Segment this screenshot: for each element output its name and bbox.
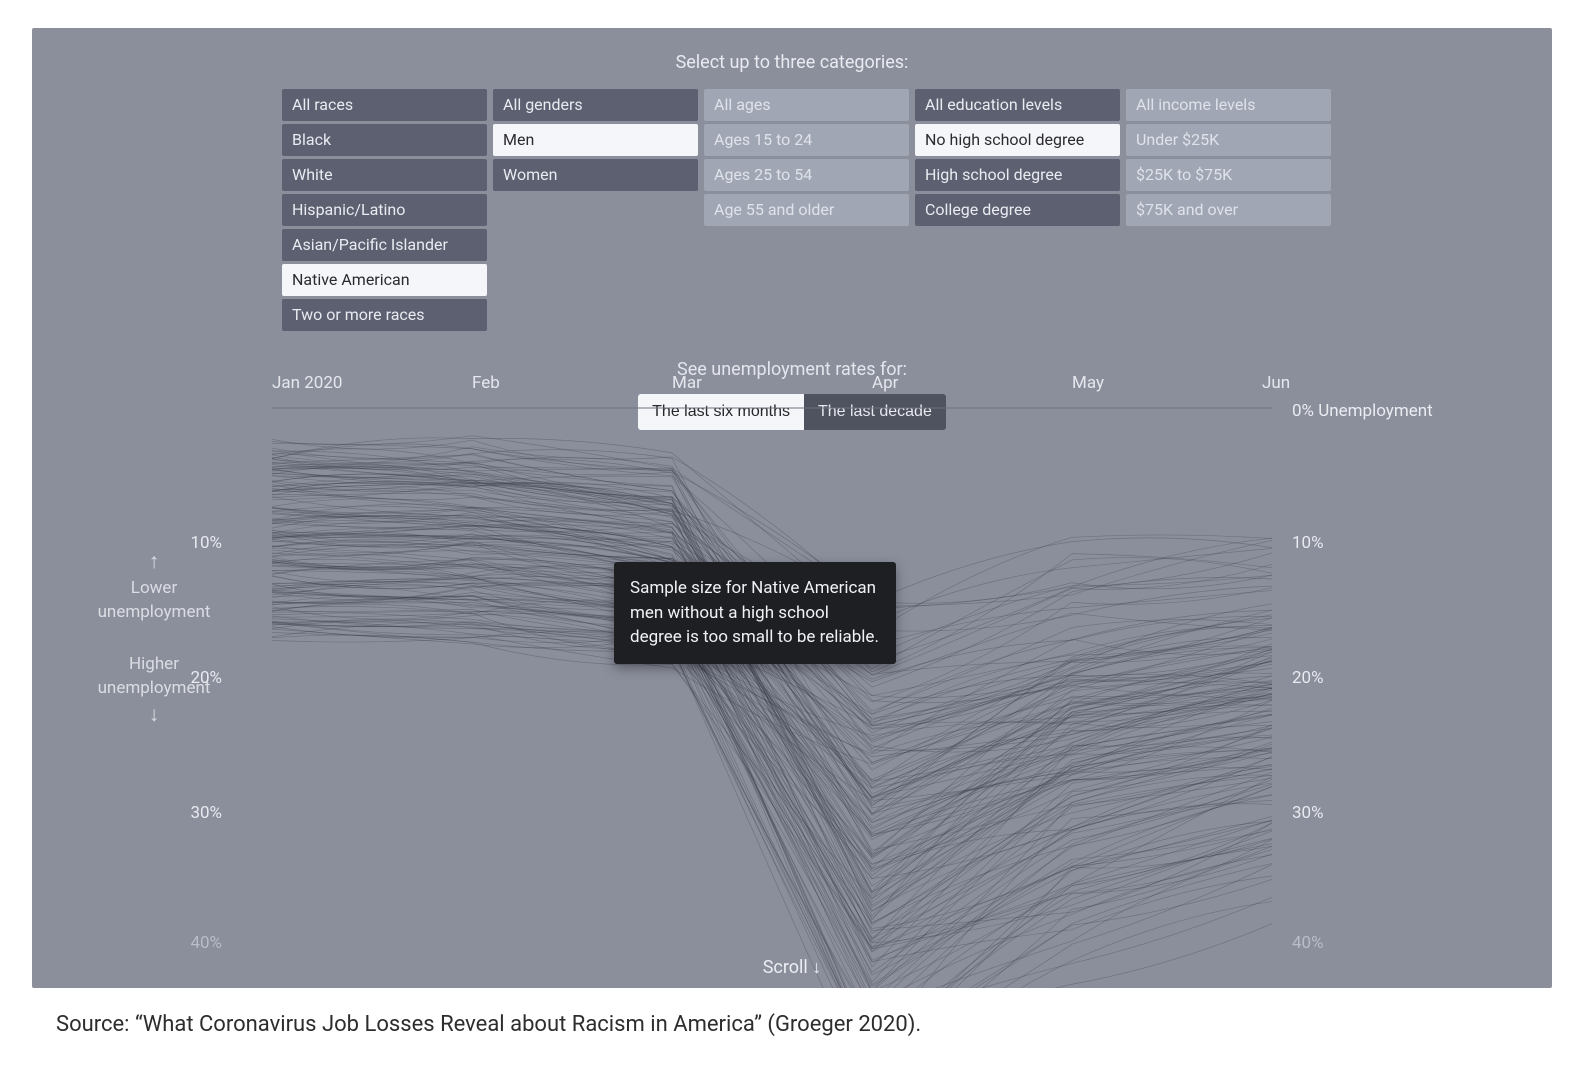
filter-income-1[interactable]: Under $25K bbox=[1126, 124, 1331, 156]
filter-income: All income levels Under $25K $25K to $75… bbox=[1126, 89, 1331, 331]
filter-race-1[interactable]: Black bbox=[282, 124, 487, 156]
prompt-select: Select up to three categories: bbox=[676, 52, 909, 73]
filter-edu-2[interactable]: High school degree bbox=[915, 159, 1120, 191]
filter-age-0[interactable]: All ages bbox=[704, 89, 909, 121]
svg-text:0% Unemployment: 0% Unemployment bbox=[1292, 401, 1433, 421]
down-arrow-icon: ↓ bbox=[84, 701, 224, 730]
filter-race: All races Black White Hispanic/Latino As… bbox=[282, 89, 487, 331]
filter-age-3[interactable]: Age 55 and older bbox=[704, 194, 909, 226]
svg-text:Feb: Feb bbox=[472, 373, 500, 393]
filter-income-0[interactable]: All income levels bbox=[1126, 89, 1331, 121]
filter-edu-3[interactable]: College degree bbox=[915, 194, 1120, 226]
filter-age-2[interactable]: Ages 25 to 54 bbox=[704, 159, 909, 191]
filter-age: All ages Ages 15 to 24 Ages 25 to 54 Age… bbox=[704, 89, 909, 331]
filter-age-1[interactable]: Ages 15 to 24 bbox=[704, 124, 909, 156]
filter-edu: All education levels No high school degr… bbox=[915, 89, 1120, 331]
hint-lower: Lower unemployment bbox=[84, 577, 224, 625]
filter-gender-2[interactable]: Women bbox=[493, 159, 698, 191]
svg-text:Mar: Mar bbox=[672, 373, 702, 393]
svg-text:40%: 40% bbox=[190, 933, 222, 953]
svg-text:30%: 30% bbox=[190, 803, 222, 823]
svg-text:Jan 2020: Jan 2020 bbox=[272, 373, 342, 393]
filter-race-6[interactable]: Two or more races bbox=[282, 299, 487, 331]
source-caption: Source: “What Coronavirus Job Losses Rev… bbox=[56, 1012, 1552, 1037]
series-line bbox=[272, 624, 1272, 988]
filter-race-0[interactable]: All races bbox=[282, 89, 487, 121]
axis-direction-hint: ↑ Lower unemployment Higher unemployment… bbox=[84, 548, 224, 730]
filter-income-2[interactable]: $25K to $75K bbox=[1126, 159, 1331, 191]
series-line bbox=[272, 629, 1272, 869]
viz-panel: Select up to three categories: All races… bbox=[32, 28, 1552, 988]
svg-text:10%: 10% bbox=[1292, 533, 1324, 553]
filter-income-3[interactable]: $75K and over bbox=[1126, 194, 1331, 226]
svg-text:40%: 40% bbox=[1292, 933, 1324, 953]
filter-race-3[interactable]: Hispanic/Latino bbox=[282, 194, 487, 226]
svg-text:May: May bbox=[1072, 373, 1104, 393]
svg-text:Apr: Apr bbox=[872, 373, 899, 393]
insufficient-sample-tooltip: Sample size for Native American men with… bbox=[614, 562, 896, 664]
svg-text:10%: 10% bbox=[190, 533, 222, 553]
filter-edu-1[interactable]: No high school degree bbox=[915, 124, 1120, 156]
series-line bbox=[272, 624, 1272, 988]
filter-race-4[interactable]: Asian/Pacific Islander bbox=[282, 229, 487, 261]
filter-gender-1[interactable]: Men bbox=[493, 124, 698, 156]
svg-text:30%: 30% bbox=[1292, 803, 1324, 823]
filter-race-2[interactable]: White bbox=[282, 159, 487, 191]
svg-text:20%: 20% bbox=[1292, 668, 1324, 688]
filter-gender-0[interactable]: All genders bbox=[493, 89, 698, 121]
series-line bbox=[272, 482, 1272, 886]
filter-edu-0[interactable]: All education levels bbox=[915, 89, 1120, 121]
svg-text:Jun: Jun bbox=[1262, 373, 1290, 393]
filter-race-5[interactable]: Native American bbox=[282, 264, 487, 296]
scroll-hint[interactable]: Scroll ↓ bbox=[763, 957, 822, 978]
filter-groups: All races Black White Hispanic/Latino As… bbox=[32, 89, 1552, 331]
filter-gender: All genders Men Women bbox=[493, 89, 698, 331]
chart-area: ↑ Lower unemployment Higher unemployment… bbox=[32, 368, 1552, 988]
svg-text:20%: 20% bbox=[190, 668, 222, 688]
series-line bbox=[272, 609, 1272, 988]
